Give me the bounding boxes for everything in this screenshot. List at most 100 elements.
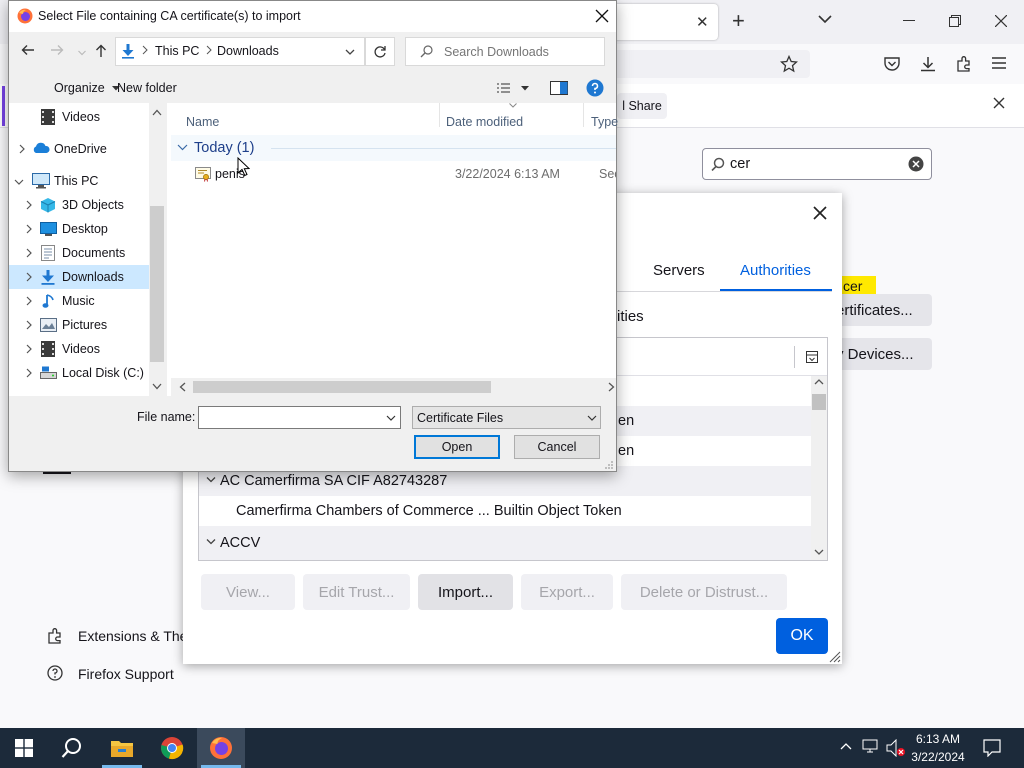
file-list[interactable]: Today (1) penis 3/22/2024 6:13 AM Secu xyxy=(167,103,616,396)
taskbar-search-button[interactable] xyxy=(48,728,96,768)
chevron-down-icon[interactable] xyxy=(14,177,24,187)
scroll-thumb[interactable] xyxy=(150,206,164,362)
address-bar[interactable]: This PC Downloads xyxy=(115,37,365,66)
column-type[interactable]: Type xyxy=(591,115,618,129)
notification-close-icon[interactable] xyxy=(993,97,1005,109)
preferences-search-field[interactable]: cer xyxy=(702,148,932,180)
new-tab-button[interactable]: + xyxy=(732,8,745,34)
resize-grip-icon[interactable] xyxy=(827,649,841,663)
scroll-down-icon[interactable] xyxy=(152,383,162,390)
scroll-up-icon[interactable] xyxy=(152,109,162,116)
forward-arrow-icon[interactable] xyxy=(50,44,64,56)
security-devices-button[interactable]: y Devices... xyxy=(836,338,932,370)
scroll-up-icon[interactable] xyxy=(814,378,824,386)
tab-authorities[interactable]: Authorities xyxy=(740,262,811,279)
pocket-icon[interactable] xyxy=(883,55,901,73)
tab-close-icon[interactable]: ✕ xyxy=(696,13,709,31)
file-explorer-taskbar-icon[interactable] xyxy=(98,728,146,768)
search-downloads-input[interactable] xyxy=(444,43,594,60)
clock-time[interactable]: 6:13 AM xyxy=(912,732,964,746)
ok-button[interactable]: OK xyxy=(776,618,828,654)
organize-menu[interactable]: Organize xyxy=(54,81,121,95)
scroll-left-icon[interactable] xyxy=(179,382,186,392)
address-dropdown-icon[interactable] xyxy=(345,49,355,56)
resize-grip-icon[interactable] xyxy=(604,460,614,470)
chrome-taskbar-icon[interactable] xyxy=(148,728,196,768)
file-name-combobox[interactable] xyxy=(198,406,401,429)
view-button[interactable]: View... xyxy=(201,574,295,610)
chevron-right-icon[interactable] xyxy=(24,200,34,210)
navigation-pane[interactable]: Videos OneDrive This PC 3D Objects Deskt… xyxy=(9,103,165,396)
list-all-tabs-icon[interactable] xyxy=(818,14,832,24)
nav-item-downloads[interactable]: Downloads xyxy=(9,265,149,289)
start-button[interactable] xyxy=(0,728,48,768)
view-options-icon[interactable] xyxy=(496,82,530,94)
chevron-right-icon[interactable] xyxy=(24,296,34,306)
restore-button[interactable] xyxy=(932,6,978,36)
tree-scrollbar[interactable] xyxy=(811,376,827,560)
scroll-thumb[interactable] xyxy=(812,394,826,410)
network-icon[interactable] xyxy=(862,739,880,755)
help-icon[interactable] xyxy=(586,79,604,97)
refresh-button[interactable] xyxy=(365,37,395,66)
dialog-close-icon[interactable] xyxy=(595,9,609,23)
chevron-right-icon[interactable] xyxy=(24,344,34,354)
nav-item-3d-objects[interactable]: 3D Objects xyxy=(9,193,149,217)
extensions-icon[interactable] xyxy=(955,55,973,73)
delete-distrust-button[interactable]: Delete or Distrust... xyxy=(621,574,787,610)
preview-pane-icon[interactable] xyxy=(550,81,568,95)
app-menu-icon[interactable] xyxy=(991,56,1007,70)
share-button[interactable]: l Share xyxy=(617,93,667,119)
open-button[interactable]: Open xyxy=(414,435,500,459)
nav-item-videos[interactable]: Videos xyxy=(9,105,149,129)
preferences-search-value[interactable]: cer xyxy=(730,156,750,172)
chevron-down-icon[interactable] xyxy=(177,144,188,151)
volume-muted-icon[interactable] xyxy=(886,739,906,757)
horizontal-scrollbar[interactable] xyxy=(171,378,616,396)
twisty-expanded-icon[interactable] xyxy=(206,538,216,546)
minimize-button[interactable] xyxy=(886,6,932,36)
scroll-right-icon[interactable] xyxy=(608,382,615,392)
breadcrumb-this-pc[interactable]: This PC xyxy=(155,44,199,58)
back-arrow-icon[interactable] xyxy=(21,44,35,56)
twisty-expanded-icon[interactable] xyxy=(206,476,216,484)
extensions-themes-link[interactable]: Extensions & The xyxy=(78,628,187,644)
tree-row[interactable]: Camerfirma Chambers of Commerce ... Buil… xyxy=(199,496,811,526)
notification-center-icon[interactable] xyxy=(983,739,1001,757)
dialog-title-bar[interactable]: Select File containing CA certificate(s)… xyxy=(9,1,616,32)
nav-item-videos[interactable]: Videos xyxy=(9,337,149,361)
breadcrumb-downloads[interactable]: Downloads xyxy=(217,44,279,58)
export-button[interactable]: Export... xyxy=(521,574,613,610)
nav-item-music[interactable]: Music xyxy=(9,289,149,313)
column-picker-icon[interactable] xyxy=(806,351,818,363)
column-date-modified[interactable]: Date modified xyxy=(446,115,523,129)
chevron-right-icon[interactable] xyxy=(24,368,34,378)
clear-search-icon[interactable] xyxy=(908,156,924,172)
nav-item-this-pc[interactable]: This PC xyxy=(9,169,149,193)
dropdown-chevron-icon[interactable] xyxy=(386,415,396,422)
firefox-taskbar-icon[interactable] xyxy=(197,728,245,768)
search-box[interactable] xyxy=(405,37,605,66)
tree-group-row[interactable]: ACCV xyxy=(199,526,811,560)
tab-servers[interactable]: Servers xyxy=(653,262,705,279)
import-button[interactable]: Import... xyxy=(418,574,513,610)
nav-item-documents[interactable]: Documents xyxy=(9,241,149,265)
file-type-select[interactable]: Certificate Files xyxy=(412,406,601,429)
scroll-down-icon[interactable] xyxy=(814,548,824,556)
recent-dropdown-icon[interactable] xyxy=(78,50,86,56)
cancel-button[interactable]: Cancel xyxy=(514,435,600,459)
dropdown-chevron-icon[interactable] xyxy=(587,415,597,422)
chevron-right-icon[interactable] xyxy=(24,272,34,282)
new-folder-button[interactable]: New folder xyxy=(117,81,177,95)
cert-manager-close-icon[interactable] xyxy=(812,205,828,221)
view-certificates-button[interactable]: ertificates... xyxy=(836,294,932,326)
nav-item-local-disk[interactable]: Local Disk (C:) xyxy=(9,361,149,385)
chevron-right-icon[interactable] xyxy=(17,144,27,154)
chevron-right-icon[interactable] xyxy=(24,248,34,258)
edit-trust-button[interactable]: Edit Trust... xyxy=(303,574,410,610)
nav-item-onedrive[interactable]: OneDrive xyxy=(9,137,149,161)
chevron-right-icon[interactable] xyxy=(24,224,34,234)
clock-date[interactable]: 3/22/2024 xyxy=(906,750,970,764)
bookmark-star-icon[interactable] xyxy=(780,55,798,73)
browser-tab[interactable]: ✕ xyxy=(610,4,718,40)
